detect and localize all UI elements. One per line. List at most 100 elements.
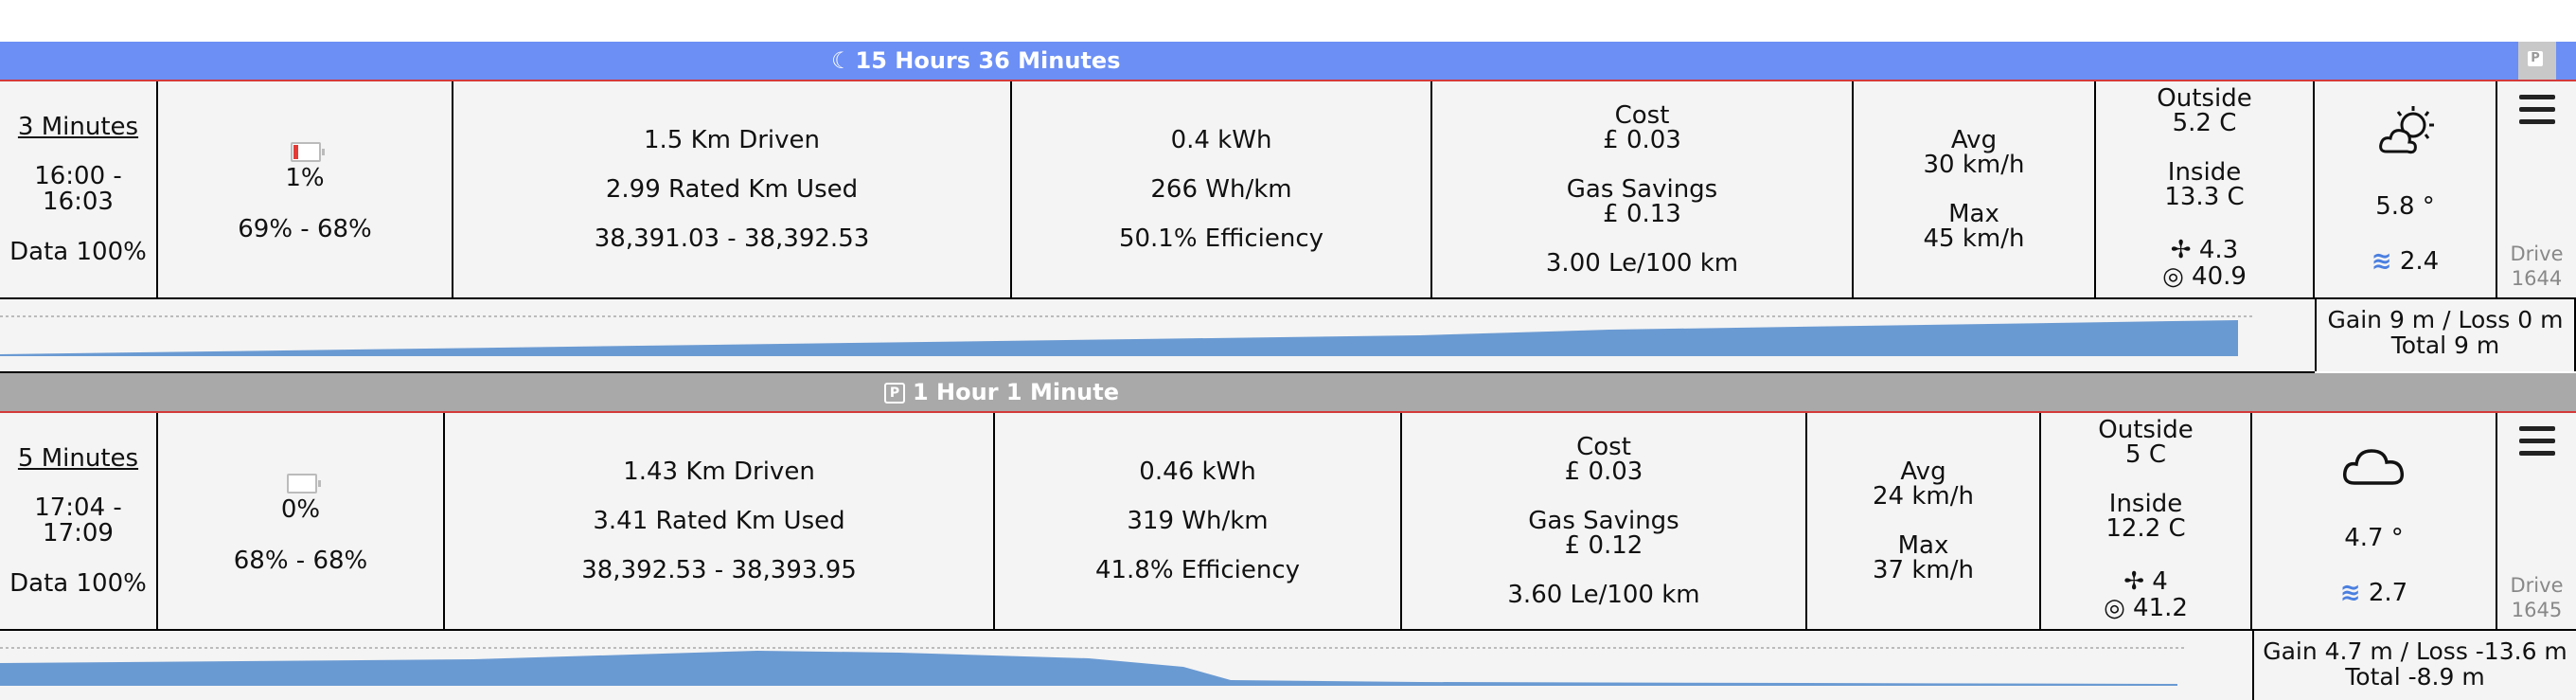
battery-range: 69% - 68% bbox=[238, 215, 372, 243]
weather-temp: 4.7 ° bbox=[2344, 524, 2404, 552]
outside-temp: 5 C bbox=[2125, 440, 2166, 469]
distance-cell: 1.5 Km Driven 2.99 Rated Km Used 38,391.… bbox=[453, 81, 1012, 297]
km-driven: 1.5 Km Driven bbox=[643, 126, 821, 154]
inside-label: Inside bbox=[2108, 490, 2183, 518]
elevation-row-1 bbox=[0, 299, 2315, 373]
tire-row: ◎ 40.9 bbox=[2096, 263, 2313, 290]
odometer-range: 38,392.53 - 38,393.95 bbox=[581, 556, 857, 584]
max-speed-label: Max bbox=[1897, 531, 1949, 560]
fan-value: 4 bbox=[2152, 567, 2168, 596]
drive-id[interactable]: 1645 bbox=[2497, 597, 2576, 623]
weather-cell: 4.7 ° ≋ 2.7 bbox=[2252, 413, 2497, 629]
elevation-total: Total -8.9 m bbox=[2345, 663, 2485, 691]
speed-cell: Avg 24 km/h Max 37 km/h bbox=[1807, 413, 2041, 629]
km-driven: 1.43 Km Driven bbox=[623, 458, 815, 486]
time-end: 17:09 bbox=[43, 519, 114, 547]
menu-icon[interactable] bbox=[2497, 95, 2576, 132]
battery-used: 0% bbox=[280, 495, 321, 524]
fan-row: ✢ 4.3 bbox=[2096, 237, 2313, 263]
time-start: 16:00 - bbox=[34, 162, 122, 190]
wind-value: 2.4 bbox=[2399, 247, 2440, 276]
sleep-bar: ☾ 15 Hours 36 Minutes P bbox=[0, 42, 2576, 81]
corner-badge[interactable]: P bbox=[2518, 42, 2556, 80]
sleep-duration-text: 15 Hours 36 Minutes bbox=[855, 47, 1121, 74]
cost-cell: Cost £ 0.03 Gas Savings £ 0.12 3.60 Le/1… bbox=[1402, 413, 1807, 629]
speed-cell: Avg 30 km/h Max 45 km/h bbox=[1854, 81, 2096, 297]
max-speed-label: Max bbox=[1948, 200, 1999, 228]
gas-savings-label: Gas Savings bbox=[1528, 507, 1679, 535]
energy-cell: 0.46 kWh 319 Wh/km 41.8% Efficiency bbox=[995, 413, 1402, 629]
tire-icon: ◎ bbox=[2162, 262, 2184, 291]
inside-label: Inside bbox=[2167, 158, 2242, 187]
energy-cell: 0.4 kWh 266 Wh/km 50.1% Efficiency bbox=[1012, 81, 1432, 297]
efficiency: 41.8% Efficiency bbox=[1094, 556, 1301, 584]
time-start: 17:04 - bbox=[34, 494, 122, 522]
time-end: 16:03 bbox=[43, 188, 114, 216]
tire-row: ◎ 41.2 bbox=[2041, 595, 2250, 621]
odometer-range: 38,391.03 - 38,392.53 bbox=[594, 224, 870, 253]
drive-label: Drive bbox=[2510, 242, 2564, 265]
outside-temp: 5.2 C bbox=[2172, 109, 2237, 137]
menu-cell: Drive 1644 bbox=[2497, 81, 2576, 297]
duration-link[interactable]: 3 Minutes bbox=[0, 114, 156, 140]
elevation-profile bbox=[0, 315, 2253, 356]
drive-row-2: 5 Minutes 17:04 - 17:09 Data 100% 0% 68%… bbox=[0, 413, 2576, 631]
wind-row: ≋ 2.4 bbox=[2315, 248, 2496, 275]
le-per-100km: 3.60 Le/100 km bbox=[1507, 581, 1700, 609]
duration-link[interactable]: 5 Minutes bbox=[0, 445, 156, 472]
fan-row: ✢ 4 bbox=[2041, 568, 2250, 595]
elevation-summary-1: Gain 9 m / Loss 0 m Total 9 m bbox=[2315, 299, 2576, 371]
moon-icon: ☾ bbox=[831, 47, 852, 74]
efficiency: 50.1% Efficiency bbox=[1118, 224, 1324, 253]
distance-cell: 1.43 Km Driven 3.41 Rated Km Used 38,392… bbox=[445, 413, 995, 629]
wind-icon: ≋ bbox=[2371, 247, 2392, 276]
cost-cell: Cost £ 0.03 Gas Savings £ 0.13 3.00 Le/1… bbox=[1432, 81, 1854, 297]
rated-km-used: 2.99 Rated Km Used bbox=[605, 175, 859, 204]
battery-icon bbox=[287, 474, 321, 494]
avg-speed-label: Avg bbox=[1950, 126, 1998, 154]
weather-cell: 5.8 ° ≋ 2.4 bbox=[2315, 81, 2497, 297]
avg-speed: 30 km/h bbox=[1923, 151, 2025, 179]
drive-label: Drive bbox=[2510, 574, 2564, 597]
battery-icon bbox=[291, 142, 325, 162]
cloud-icon bbox=[2341, 436, 2407, 493]
rated-km-used: 3.41 Rated Km Used bbox=[593, 507, 845, 535]
avg-speed-label: Avg bbox=[1900, 458, 1946, 486]
wind-value: 2.7 bbox=[2368, 579, 2408, 607]
avg-speed: 24 km/h bbox=[1873, 482, 1974, 511]
drive-row-1: 3 Minutes 16:00 - 16:03 Data 100% 1% 69%… bbox=[0, 81, 2576, 299]
gas-savings-value: £ 0.12 bbox=[1564, 531, 1643, 560]
menu-icon[interactable] bbox=[2497, 426, 2576, 463]
temperature-cell: Outside 5 C Inside 12.2 C ✢ 4 ◎ 41.2 bbox=[2041, 413, 2252, 629]
outside-label: Outside bbox=[2098, 416, 2194, 444]
drive-id[interactable]: 1644 bbox=[2497, 265, 2576, 292]
battery-range: 68% - 68% bbox=[233, 547, 368, 575]
park-duration: P 1 Hour 1 Minute bbox=[884, 373, 1119, 411]
elevation-total: Total 9 m bbox=[2390, 332, 2500, 359]
elevation-row-2 bbox=[0, 631, 2252, 700]
partly-cloudy-night-icon bbox=[2375, 104, 2442, 161]
gas-savings-value: £ 0.13 bbox=[1603, 200, 1681, 228]
duration-cell: 3 Minutes 16:00 - 16:03 Data 100% bbox=[0, 81, 158, 297]
elevation-gain-loss: Gain 4.7 m / Loss -13.6 m bbox=[2263, 637, 2567, 665]
elevation-summary-2: Gain 4.7 m / Loss -13.6 m Total -8.9 m bbox=[2252, 631, 2576, 700]
energy-wh-km: 319 Wh/km bbox=[1127, 507, 1269, 535]
battery-cell: 1% 69% - 68% bbox=[158, 81, 453, 297]
energy-wh-km: 266 Wh/km bbox=[1150, 175, 1292, 204]
inside-temp: 13.3 C bbox=[2164, 183, 2245, 211]
tire-value: 41.2 bbox=[2133, 594, 2188, 622]
tire-value: 40.9 bbox=[2192, 262, 2247, 291]
tire-icon: ◎ bbox=[2104, 594, 2125, 622]
temperature-cell: Outside 5.2 C Inside 13.3 C ✢ 4.3 ◎ 40.9 bbox=[2096, 81, 2315, 297]
energy-kwh: 0.4 kWh bbox=[1170, 126, 1272, 154]
inside-temp: 12.2 C bbox=[2105, 514, 2186, 543]
le-per-100km: 3.00 Le/100 km bbox=[1545, 249, 1739, 278]
sleep-duration: ☾ 15 Hours 36 Minutes bbox=[831, 42, 1120, 80]
fan-value: 4.3 bbox=[2198, 236, 2239, 264]
park-duration-text: 1 Hour 1 Minute bbox=[913, 379, 1119, 405]
max-speed: 37 km/h bbox=[1873, 556, 1974, 584]
battery-used: 1% bbox=[285, 164, 325, 192]
max-speed: 45 km/h bbox=[1923, 224, 2025, 253]
data-quality: Data 100% bbox=[9, 238, 147, 266]
gas-savings-label: Gas Savings bbox=[1566, 175, 1718, 204]
